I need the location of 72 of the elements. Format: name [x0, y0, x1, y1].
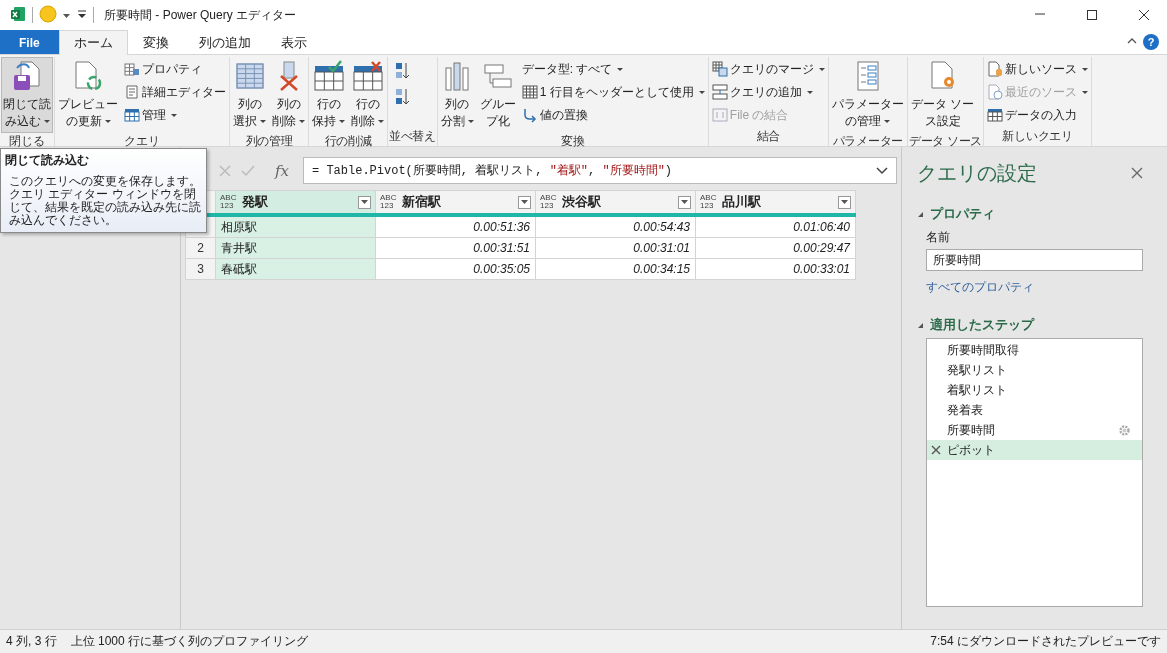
row-number: 2: [185, 237, 216, 259]
all-properties-link[interactable]: すべてのプロパティ: [926, 279, 1143, 296]
ribbon-button[interactable]: グルー プ化: [477, 57, 518, 133]
status-text: 4 列, 3 行: [6, 633, 57, 650]
pane-title: クエリの設定: [917, 160, 1037, 186]
table-cell: 0.00:34:15: [535, 258, 696, 280]
type-label[interactable]: ABC 123: [700, 194, 717, 210]
section-header: プロパティ: [930, 205, 995, 223]
step-item[interactable]: 発着表: [927, 400, 1142, 420]
row-number: 3: [185, 258, 216, 280]
status-text: 7:54 にダウンロードされたプレビューです: [930, 633, 1161, 650]
group-label: 閉じる: [8, 133, 46, 149]
group-label: 新しいクエリ: [1001, 128, 1074, 145]
step-item[interactable]: 所要時間取得: [927, 340, 1142, 360]
ribbon-button[interactable]: データの入力: [985, 104, 1091, 126]
table-cell: 0.01:06:40: [695, 215, 856, 238]
step-item[interactable]: ピボット: [927, 440, 1142, 460]
ribbon-button[interactable]: パラメーター の管理: [829, 57, 906, 133]
ribbon-tab[interactable]: 列の追加: [183, 30, 266, 54]
tooltip-text: このクエリへの変更を保存します。クエリ エディター ウィンドウを閉じて、結果を既定の読み込み先に読み込んでください。: [8, 175, 201, 227]
table-cell: 0.00:31:01: [535, 237, 696, 259]
ribbon-button[interactable]: 値の置換: [519, 104, 707, 126]
table-cell: 0.00:51:36: [375, 215, 536, 238]
ribbon-button[interactable]: 行の 削除: [349, 57, 386, 133]
group-label: 結合: [755, 128, 782, 145]
ribbon-button[interactable]: クエリのマージ: [709, 58, 827, 80]
ribbon-tab[interactable]: 変換: [127, 30, 184, 54]
ribbon-button[interactable]: プロパティ: [122, 58, 228, 80]
table-cell: 0.00:35:05: [375, 258, 536, 280]
help-button[interactable]: ?: [1143, 34, 1159, 50]
group-label: クエリ: [123, 133, 161, 149]
table-cell: 0.00:29:47: [695, 237, 856, 259]
type-label[interactable]: ABC 123: [380, 194, 397, 210]
ribbon-button[interactable]: 管理: [122, 104, 228, 126]
ribbon-button[interactable]: 新しいソース: [985, 58, 1091, 80]
table-cell: 0.00:33:01: [695, 258, 856, 280]
ribbon-button[interactable]: 列の 選択: [231, 57, 268, 133]
field-label: 名前: [926, 229, 951, 246]
ribbon-button[interactable]: データ ソー ス設定: [908, 57, 977, 133]
ribbon-button[interactable]: 閉じて読 み込む: [1, 57, 53, 133]
ribbon-button[interactable]: 行の 保持: [310, 57, 347, 133]
step-item[interactable]: 所要時間: [927, 420, 1142, 440]
group-label: 変換: [560, 133, 586, 149]
formula-field[interactable]: = Table.Pivot(所要時間, 着駅リスト, "着駅", "所要時間"): [303, 157, 897, 184]
group-label: 列の管理: [244, 133, 294, 149]
ribbon-button[interactable]: クエリの追加: [709, 81, 827, 103]
ribbon-button[interactable]: 詳細エディター: [122, 81, 228, 103]
table-cell: 相原駅: [215, 215, 376, 238]
tooltip-title: 閉じて読み込む: [5, 152, 90, 169]
type-label[interactable]: ABC 123: [220, 194, 237, 210]
ribbon-tab[interactable]: 表示: [265, 30, 322, 54]
step-item[interactable]: 着駅リスト: [927, 380, 1142, 400]
status-text: 上位 1000 行に基づく列のプロファイリング: [70, 633, 309, 650]
step-item[interactable]: 発駅リスト: [927, 360, 1142, 380]
group-label: パラメーター: [831, 133, 904, 149]
group-label: 行の削減: [323, 133, 373, 149]
ribbon-button[interactable]: 列の 削除: [270, 57, 307, 133]
window-title: 所要時間 - Power Query エディター: [104, 6, 297, 24]
ribbon-tab[interactable]: ホーム: [58, 30, 128, 55]
section-header: 適用したステップ: [930, 316, 1034, 334]
group-label: データ ソース: [908, 133, 983, 149]
ribbon-button[interactable]: データ型: すべて: [519, 58, 707, 80]
ribbon-button[interactable]: 1 行目をヘッダーとして使用: [519, 81, 707, 103]
ribbon-button[interactable]: 列の 分割: [438, 57, 476, 133]
table-cell: 0.00:31:51: [375, 237, 536, 259]
type-label[interactable]: ABC 123: [540, 194, 557, 210]
ribbon-button[interactable]: プレビュー の更新: [56, 57, 120, 133]
function-button[interactable]: fx: [265, 161, 299, 180]
name-field[interactable]: 所要時間: [926, 249, 1143, 271]
table-cell: 0.00:54:43: [535, 215, 696, 238]
file-tab[interactable]: File: [0, 30, 59, 54]
group-label: 並べ替え: [389, 128, 436, 145]
